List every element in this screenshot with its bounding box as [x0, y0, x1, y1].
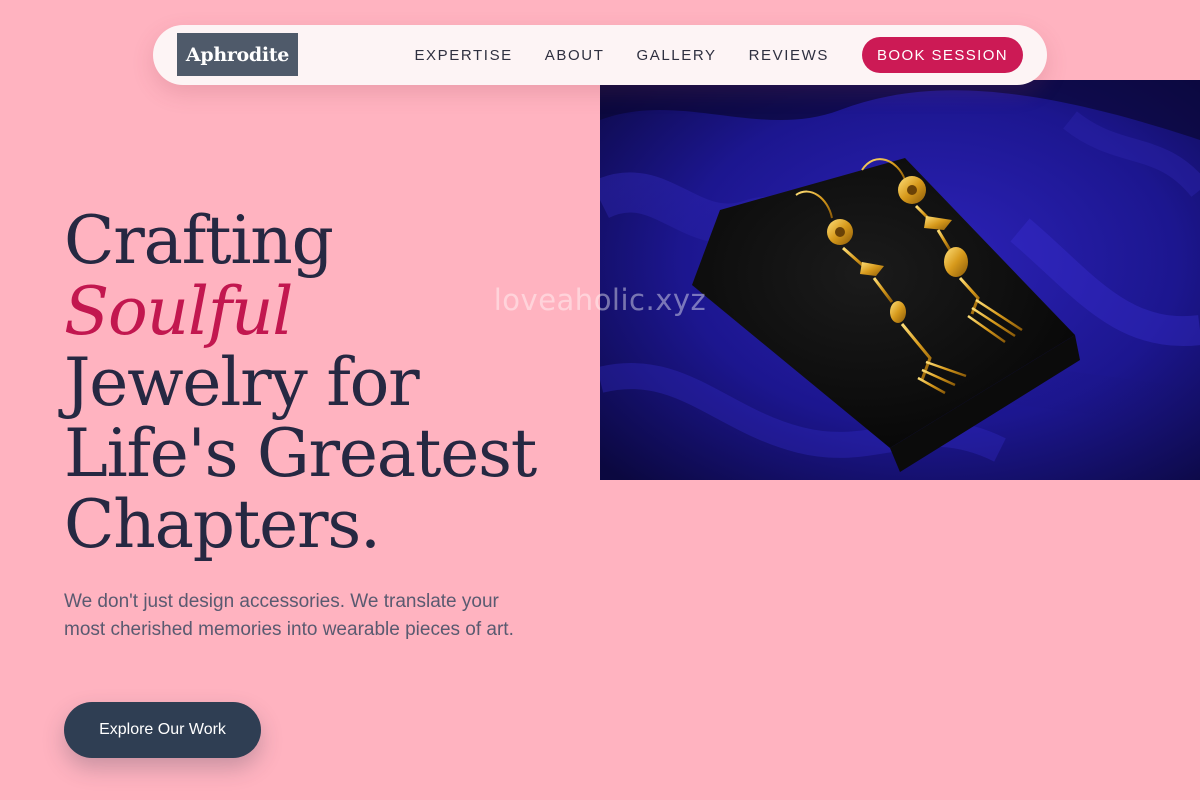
nav-link-about[interactable]: ABOUT	[545, 47, 605, 64]
brand-logo[interactable]: Aphrodite	[177, 33, 298, 76]
nav-link-reviews[interactable]: REVIEWS	[749, 47, 829, 64]
headline-line-5: Chapters.	[64, 486, 381, 563]
earrings-on-velvet-illustration	[600, 80, 1200, 480]
nav-link-gallery[interactable]: GALLERY	[636, 47, 716, 64]
hero-headline: Crafting Soulful Jewelry for Life's Grea…	[64, 205, 584, 560]
nav-link-expertise[interactable]: EXPERTISE	[414, 47, 512, 64]
nav-links: EXPERTISE ABOUT GALLERY REVIEWS	[414, 25, 829, 85]
explore-work-button[interactable]: Explore Our Work	[64, 702, 261, 758]
headline-line-3: Jewelry for	[64, 344, 420, 421]
top-navigation: Aphrodite EXPERTISE ABOUT GALLERY REVIEW…	[153, 25, 1047, 85]
hero-subtext: We don't just design accessories. We tra…	[64, 591, 514, 640]
headline-line-1: Crafting	[64, 202, 334, 279]
hero-jewelry-image	[600, 80, 1200, 480]
headline-line-4: Life's Greatest	[64, 415, 537, 492]
headline-accent-word: Soulful	[64, 273, 293, 350]
book-session-button[interactable]: BOOK SESSION	[862, 37, 1023, 73]
